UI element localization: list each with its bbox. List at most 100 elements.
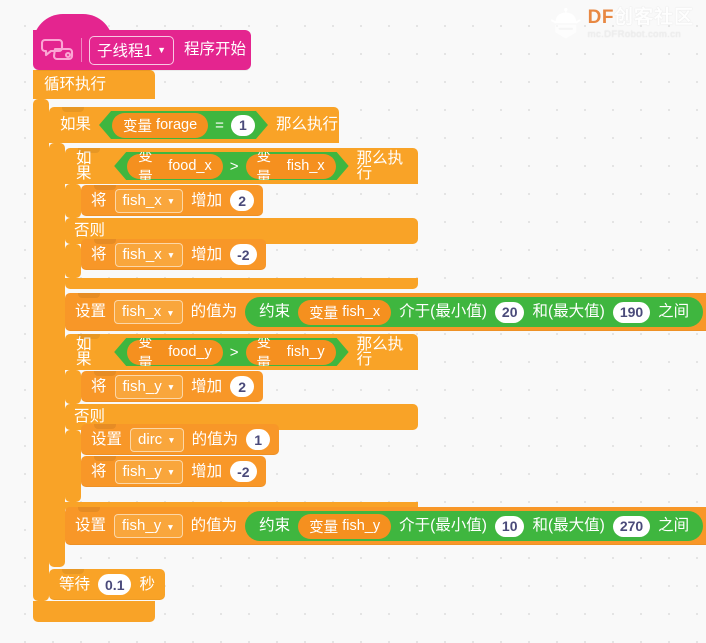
wait-unit-label: 秒 bbox=[139, 575, 155, 593]
operator-greater-than: > bbox=[229, 343, 239, 361]
thread-bubble-icon bbox=[41, 38, 74, 61]
constrain-min-input[interactable]: 10 bbox=[494, 515, 525, 537]
dropdown-value: fish_y bbox=[122, 377, 162, 395]
thread-start-hat-block[interactable]: 子线程1 ▼ 程序开始 bbox=[33, 14, 251, 70]
wait-duration-input[interactable]: 0.1 bbox=[98, 574, 132, 595]
chevron-down-icon: ▼ bbox=[166, 307, 175, 318]
block-notch bbox=[78, 507, 100, 512]
operator-equals: = bbox=[215, 116, 224, 134]
if-food-x-else-label: 否则 bbox=[74, 222, 106, 240]
change-fish-x-by-neg2[interactable]: 将 fish_x ▼ 增加 -2 bbox=[81, 239, 266, 270]
wait-block[interactable]: 等待 0.1 秒 bbox=[49, 569, 165, 600]
block-notch bbox=[78, 334, 100, 339]
variable-pill-forage[interactable]: 变量 forage bbox=[112, 113, 208, 138]
chevron-down-icon: ▼ bbox=[167, 435, 176, 445]
change-label: 将 bbox=[91, 191, 107, 209]
if-forage-arm bbox=[49, 143, 65, 567]
forever-block-foot[interactable] bbox=[33, 601, 155, 622]
variable-pill-food-x[interactable]: 变量 food_x bbox=[127, 154, 223, 179]
and-max-label: 和(最大值) bbox=[532, 303, 605, 321]
variable-dropdown-fish-y[interactable]: fish_y ▼ bbox=[114, 514, 183, 538]
if-food-x-if-label: 如果 bbox=[76, 149, 92, 182]
to-label: 的值为 bbox=[190, 303, 238, 321]
if-food-x-arm-else bbox=[65, 244, 81, 278]
change-fish-x-by-2[interactable]: 将 fish_x ▼ 增加 2 bbox=[81, 185, 264, 216]
variable-prefix: 变量 bbox=[123, 118, 153, 135]
variable-prefix: 变量 bbox=[256, 335, 272, 372]
variable-dropdown-fish-y[interactable]: fish_y ▼ bbox=[114, 374, 184, 399]
constrain-reporter-y[interactable]: 约束 变量 fish_y 介于(最小值) 10 和(最大值) 270 之间 bbox=[245, 511, 704, 541]
change-fish-y-by-neg2[interactable]: 将 fish_y ▼ 增加 -2 bbox=[81, 456, 266, 487]
if-forage-then-label: 那么执行 bbox=[275, 116, 338, 134]
if-food-y-then-label: 那么执行 bbox=[356, 335, 404, 368]
variable-pill-fish-x[interactable]: 变量 fish_x bbox=[298, 299, 392, 325]
if-forage-if-label: 如果 bbox=[60, 116, 92, 134]
change-value-input[interactable]: -2 bbox=[230, 461, 257, 482]
dropdown-value: fish_x bbox=[122, 191, 162, 209]
if-food-y-head[interactable]: 如果 变量 food_y > 变量 fish_y 那么执行 bbox=[65, 334, 418, 370]
constrain-max-input[interactable]: 190 bbox=[612, 301, 651, 323]
change-label: 将 bbox=[91, 462, 107, 480]
chevron-down-icon: ▼ bbox=[166, 196, 176, 206]
change-value-input[interactable]: 2 bbox=[230, 190, 255, 211]
set-fish-x-constrain[interactable]: 设置 fish_x ▼ 的值为 约束 变量 fish_x 介于(最小值) 20 … bbox=[65, 293, 706, 331]
variable-dropdown-fish-x[interactable]: fish_x ▼ bbox=[114, 188, 184, 213]
hat-start-label: 程序开始 bbox=[184, 41, 247, 59]
set-fish-y-constrain[interactable]: 设置 fish_y ▼ 的值为 约束 变量 fish_y 介于(最小值) 10 … bbox=[65, 507, 706, 545]
constrain-max-input[interactable]: 270 bbox=[612, 515, 651, 537]
if-forage-head[interactable]: 如果 变量 forage = 1 那么执行 bbox=[49, 107, 339, 143]
variable-dropdown-dirc[interactable]: dirc ▼ bbox=[130, 427, 184, 452]
forever-block-head[interactable]: 循环执行 bbox=[33, 70, 155, 99]
and-max-label: 和(最大值) bbox=[532, 517, 605, 535]
set-dirc-value-input[interactable]: 1 bbox=[246, 429, 271, 450]
if-food-x-condition[interactable]: 变量 food_x > 变量 fish_x bbox=[114, 152, 348, 180]
if-food-y-arm-then bbox=[65, 370, 81, 404]
variable-dropdown-fish-y[interactable]: fish_y ▼ bbox=[114, 459, 184, 484]
variable-pill-fish-y[interactable]: 变量 fish_y bbox=[298, 513, 392, 539]
set-dirc-to-1[interactable]: 设置 dirc ▼ 的值为 1 bbox=[81, 424, 280, 455]
variable-name: forage bbox=[156, 117, 198, 133]
block-notch bbox=[94, 239, 116, 244]
block-notch bbox=[62, 569, 84, 574]
variable-pill-food-y[interactable]: 变量 food_y bbox=[127, 340, 223, 365]
forever-label: 循环执行 bbox=[44, 75, 107, 93]
block-notch bbox=[94, 456, 116, 461]
blocks-workspace[interactable]: 循环执行 如果 变量 forage = 1 那么执行 如果 变量 food_x … bbox=[0, 0, 706, 643]
if-food-y-condition[interactable]: 变量 food_y > 变量 fish_y bbox=[114, 338, 348, 366]
if-food-x-foot[interactable] bbox=[65, 278, 418, 289]
between-suffix-label: 之间 bbox=[658, 303, 690, 321]
chevron-down-icon: ▼ bbox=[166, 382, 176, 392]
change-fish-y-by-2[interactable]: 将 fish_y ▼ 增加 2 bbox=[81, 371, 264, 402]
variable-pill-fish-y[interactable]: 变量 fish_y bbox=[246, 340, 336, 365]
if-forage-value-input[interactable]: 1 bbox=[231, 115, 255, 136]
variable-dropdown-fish-x[interactable]: fish_x ▼ bbox=[114, 242, 184, 267]
variable-name: food_x bbox=[168, 158, 212, 174]
if-food-x-head[interactable]: 如果 变量 food_x > 变量 fish_x 那么执行 bbox=[65, 148, 418, 184]
variable-name: fish_y bbox=[342, 518, 381, 534]
constrain-min-input[interactable]: 20 bbox=[494, 301, 525, 323]
change-value-input[interactable]: -2 bbox=[230, 244, 257, 265]
variable-name: fish_y bbox=[286, 344, 325, 360]
if-forage-condition[interactable]: 变量 forage = 1 bbox=[99, 111, 268, 139]
change-label: 将 bbox=[91, 245, 107, 263]
block-notch bbox=[94, 185, 116, 190]
set-label: 设置 bbox=[91, 430, 123, 448]
change-value-input[interactable]: 2 bbox=[230, 376, 255, 397]
operator-greater-than: > bbox=[229, 157, 239, 175]
variable-pill-fish-x[interactable]: 变量 fish_x bbox=[246, 154, 336, 179]
if-food-y-else-label: 否则 bbox=[74, 408, 106, 426]
variable-dropdown-fish-x[interactable]: fish_x ▼ bbox=[114, 300, 183, 324]
dropdown-value: fish_x bbox=[122, 245, 162, 263]
constrain-label: 约束 bbox=[259, 303, 291, 321]
chevron-down-icon: ▼ bbox=[157, 45, 167, 55]
thread-selector-dropdown[interactable]: 子线程1 ▼ bbox=[89, 35, 175, 65]
constrain-reporter-x[interactable]: 约束 变量 fish_x 介于(最小值) 20 和(最大值) 190 之间 bbox=[245, 297, 704, 327]
block-notch bbox=[78, 293, 100, 298]
block-notch bbox=[94, 371, 116, 376]
variable-prefix: 变量 bbox=[309, 305, 339, 322]
chevron-down-icon: ▼ bbox=[166, 250, 176, 260]
forever-block-arm bbox=[33, 99, 49, 601]
by-label: 增加 bbox=[191, 377, 223, 395]
to-label: 的值为 bbox=[191, 430, 239, 448]
dropdown-value: fish_y bbox=[122, 517, 162, 534]
